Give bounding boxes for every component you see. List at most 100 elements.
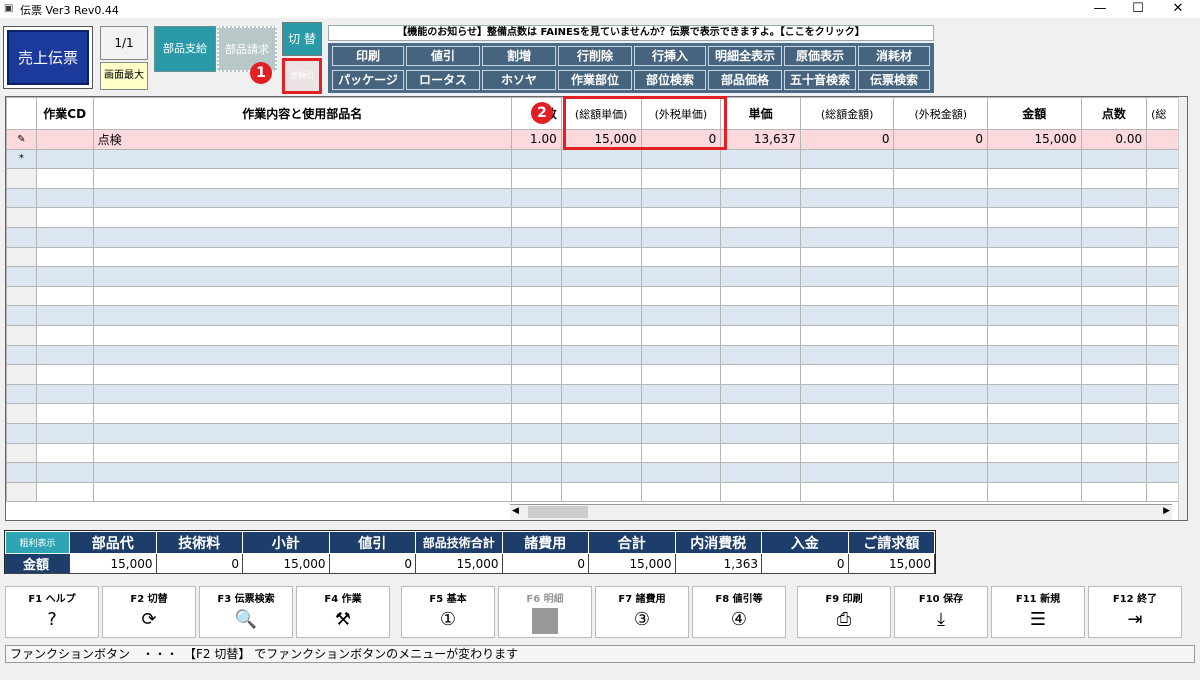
row-header[interactable]	[6, 285, 37, 307]
table-cell[interactable]	[560, 148, 642, 170]
row-header[interactable]	[6, 324, 37, 346]
table-cell[interactable]	[893, 481, 989, 503]
table-cell[interactable]	[893, 383, 989, 405]
table-cell[interactable]	[35, 246, 94, 268]
detail-grid[interactable]: 作業CD 作業内容と使用部品名 数 (総額単価) (外税単価) 単価 (総額金額…	[5, 96, 1188, 521]
table-cell[interactable]	[510, 383, 562, 405]
table-cell[interactable]	[720, 403, 801, 424]
table-cell[interactable]	[35, 383, 94, 405]
table-cell[interactable]	[510, 266, 562, 287]
table-cell[interactable]	[987, 305, 1082, 326]
menu-consumables[interactable]: 消耗材	[858, 46, 930, 66]
table-row[interactable]	[6, 442, 1187, 464]
table-cell[interactable]	[92, 462, 512, 483]
table-cell[interactable]	[35, 207, 94, 228]
row-header[interactable]	[6, 305, 37, 326]
table-cell[interactable]	[92, 168, 512, 189]
table-row[interactable]	[6, 305, 1187, 326]
table-row[interactable]	[6, 344, 1187, 366]
f12-exit-button[interactable]: F12 終了 ⇥	[1088, 586, 1182, 638]
table-cell[interactable]	[560, 168, 642, 189]
row-header[interactable]	[6, 403, 37, 424]
table-cell[interactable]	[1080, 207, 1148, 228]
f9-print-button[interactable]: F9 印刷 ⎙	[797, 586, 891, 638]
table-cell[interactable]	[987, 442, 1082, 464]
menu-work-part[interactable]: 作業部位	[558, 70, 632, 90]
table-cell[interactable]	[720, 305, 801, 326]
f8-discount-button[interactable]: F8 値引等 ④	[692, 586, 786, 638]
table-cell[interactable]	[720, 187, 801, 209]
table-row[interactable]	[6, 481, 1187, 503]
table-row[interactable]	[6, 285, 1187, 307]
col-gross-amount[interactable]: (総額金額)	[799, 97, 895, 130]
table-cell[interactable]	[640, 442, 722, 464]
table-cell[interactable]	[987, 462, 1082, 483]
f1-help-button[interactable]: F1 ヘルプ?	[5, 586, 99, 638]
table-cell[interactable]	[92, 305, 512, 326]
table-cell[interactable]	[799, 403, 895, 424]
row-header[interactable]	[6, 442, 37, 464]
table-cell[interactable]	[720, 462, 801, 483]
table-cell[interactable]	[510, 462, 562, 483]
table-cell[interactable]	[720, 148, 801, 170]
table-cell[interactable]	[560, 364, 642, 385]
table-cell[interactable]	[510, 364, 562, 385]
table-cell[interactable]	[560, 207, 642, 228]
menu-show-cost[interactable]: 原価表示	[784, 46, 856, 66]
table-cell[interactable]	[987, 285, 1082, 307]
table-cell[interactable]	[35, 462, 94, 483]
table-cell[interactable]	[720, 422, 801, 444]
scroll-left-icon[interactable]: ◀	[512, 506, 519, 516]
table-row[interactable]	[6, 324, 1187, 346]
cell-ext-tax-amount[interactable]: 0	[893, 129, 989, 150]
cell-amount[interactable]: 15,000	[987, 129, 1082, 150]
row-header[interactable]	[6, 462, 37, 483]
table-cell[interactable]	[893, 364, 989, 385]
table-cell[interactable]	[560, 442, 642, 464]
table-cell[interactable]	[720, 266, 801, 287]
row-header[interactable]	[6, 266, 37, 287]
table-cell[interactable]	[799, 383, 895, 405]
table-cell[interactable]	[799, 168, 895, 189]
table-cell[interactable]	[720, 207, 801, 228]
table-cell[interactable]	[893, 285, 989, 307]
table-cell[interactable]	[893, 422, 989, 444]
table-cell[interactable]	[92, 226, 512, 248]
f11-new-button[interactable]: F11 新規 ☰	[991, 586, 1085, 638]
table-cell[interactable]	[1080, 266, 1148, 287]
table-cell[interactable]	[560, 246, 642, 268]
table-cell[interactable]	[799, 246, 895, 268]
table-cell[interactable]	[799, 481, 895, 503]
table-row[interactable]	[6, 168, 1187, 189]
table-cell[interactable]	[640, 364, 722, 385]
f4-work-button[interactable]: F4 作業 ⚒	[296, 586, 390, 638]
table-cell[interactable]	[893, 462, 989, 483]
table-cell[interactable]	[35, 481, 94, 503]
table-cell[interactable]	[799, 344, 895, 366]
close-button[interactable]: ✕	[1158, 0, 1198, 18]
menu-show-all-details[interactable]: 明細全表示	[708, 46, 782, 66]
scroll-right-icon[interactable]: ▶	[1163, 506, 1170, 516]
table-cell[interactable]	[1080, 285, 1148, 307]
row-header[interactable]	[6, 226, 37, 248]
table-cell[interactable]	[92, 403, 512, 424]
table-cell[interactable]	[1080, 246, 1148, 268]
row-header[interactable]	[6, 481, 37, 503]
table-cell[interactable]	[640, 383, 722, 405]
table-row[interactable]	[6, 246, 1187, 268]
table-cell[interactable]	[893, 246, 989, 268]
row-header[interactable]	[6, 422, 37, 444]
table-cell[interactable]	[640, 168, 722, 189]
menu-package[interactable]: パッケージ	[332, 70, 404, 90]
table-cell[interactable]	[92, 364, 512, 385]
row-header[interactable]	[6, 383, 37, 405]
table-cell[interactable]	[560, 324, 642, 346]
table-cell[interactable]	[92, 187, 512, 209]
table-cell[interactable]	[35, 324, 94, 346]
table-cell[interactable]	[799, 324, 895, 346]
table-cell[interactable]	[640, 266, 722, 287]
table-cell[interactable]	[510, 403, 562, 424]
table-cell[interactable]	[720, 442, 801, 464]
table-cell[interactable]	[35, 364, 94, 385]
menu-kana-search[interactable]: 五十音検索	[784, 70, 856, 90]
